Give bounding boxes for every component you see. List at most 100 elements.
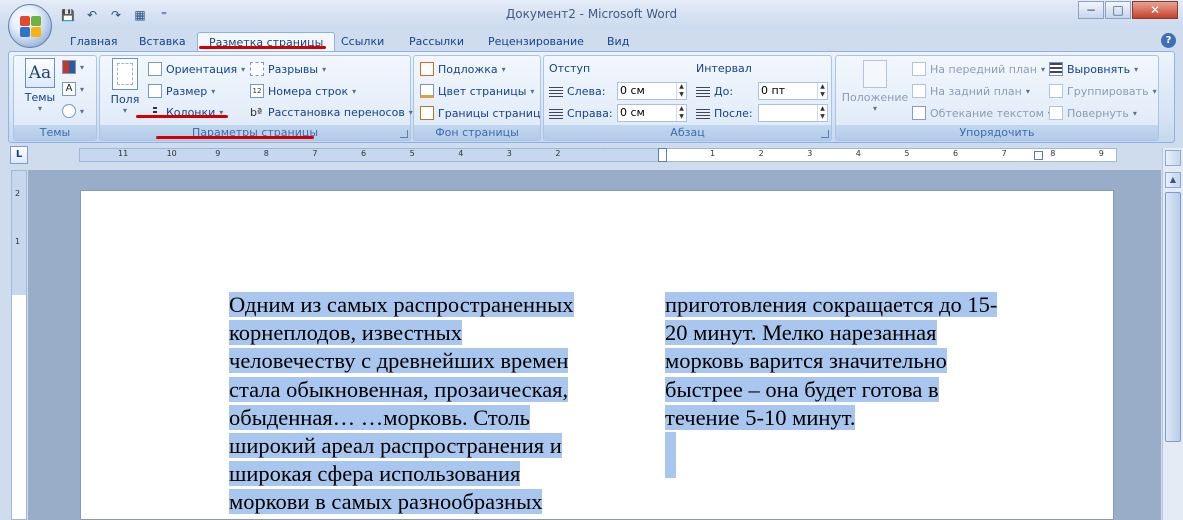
paragraph-dialog-launcher[interactable] — [821, 130, 829, 138]
page-color-button[interactable]: Цвет страницы ▾ — [420, 84, 534, 98]
spacing-before-input[interactable]: 0 пт ▲ ▼ — [758, 82, 828, 100]
indent-left-label: Слева: — [549, 85, 605, 98]
tab-mailings[interactable]: Рассылки — [398, 32, 475, 52]
office-button[interactable] — [8, 4, 52, 48]
text-line: человечеству с древнейших времен — [229, 348, 569, 374]
ruler-number: 5 — [409, 149, 415, 158]
margins-button[interactable]: Поля ▾ — [106, 58, 144, 115]
tab-insert[interactable]: Вставка — [128, 32, 197, 52]
chevron-down-icon: ▾ — [37, 104, 42, 113]
vertical-ruler[interactable]: 21 — [11, 170, 27, 520]
group-icon — [1049, 84, 1063, 98]
annotation-underline-columns — [136, 115, 228, 118]
tab-selector[interactable]: L — [10, 146, 28, 164]
bring-front-icon — [912, 62, 926, 76]
spinner-icon[interactable]: ▲ ▼ — [676, 105, 686, 121]
text-line: морковь варится значительно — [665, 348, 947, 374]
hyphenation-button[interactable]: bª Расстановка переносов ▾ — [250, 106, 413, 119]
group-themes: Aa Темы ▾ ▾ A ▾ ▾ Темы — [13, 55, 97, 141]
align-button[interactable]: Выровнять ▾ — [1049, 62, 1138, 76]
text-column-2[interactable]: приготовления сокращается до 15- 20 мину… — [665, 291, 1045, 479]
horizontal-ruler[interactable]: 1110987654321 123456789 — [79, 148, 1117, 162]
tab-home[interactable]: Главная — [59, 32, 129, 52]
ruler-left-margin — [80, 149, 605, 161]
text-line: стала обыкновенная, прозаическая, — [229, 376, 569, 402]
send-back-button[interactable]: На задний план ▾ — [912, 84, 1030, 98]
text-line: широкая сфера использования — [229, 461, 521, 487]
ruler-number: 9 — [1098, 149, 1104, 158]
close-button[interactable]: ✕ — [1132, 1, 1178, 19]
send-back-icon — [912, 84, 926, 98]
help-icon[interactable]: ? — [1161, 33, 1176, 48]
indent-right-input[interactable]: 0 см ▲ ▼ — [617, 104, 687, 122]
text-line: Одним из самых распространенных — [229, 292, 574, 317]
bring-front-button[interactable]: На передний план ▾ — [912, 62, 1045, 76]
spacing-after-icon — [696, 108, 710, 119]
text-line: течение 5-10 минут. — [665, 404, 856, 430]
themes-icon: Aa — [25, 58, 55, 88]
group-page-setup: Поля ▾ Ориентация ▾ Размер ▾ Колонки ▾ Разр… — [99, 55, 413, 141]
position-button[interactable]: Положение ▾ — [840, 60, 910, 113]
group-label-themes: Темы — [14, 125, 96, 140]
ruler-number: 6 — [361, 149, 367, 158]
spacing-after-input[interactable]: ▲ ▼ — [758, 104, 828, 122]
ruler-number: 4 — [458, 149, 464, 158]
watermark-button[interactable]: Подложка ▾ — [420, 62, 506, 76]
page-setup-dialog-launcher[interactable] — [400, 130, 408, 138]
hyphenation-icon: bª — [250, 106, 263, 119]
indent-marker-icon[interactable] — [658, 148, 667, 162]
ruler-number: 9 — [215, 149, 221, 158]
ruler-number: 2 — [555, 149, 561, 158]
ribbon-tabs: Главная Вставка Разметка страницы Ссылки… — [0, 30, 1183, 52]
indent-left-input[interactable]: 0 см ▲ ▼ — [617, 82, 687, 100]
page-color-icon — [420, 84, 434, 98]
ruler-number: 1 — [710, 149, 716, 158]
group-paragraph: Отступ Слева: 0 см ▲ ▼ Справа: 0 см ▲ ▼ Инте… — [543, 55, 832, 141]
text-wrap-button[interactable]: Обтекание текстом▾ — [912, 106, 1052, 120]
page-size-icon — [148, 84, 162, 98]
tab-review[interactable]: Рецензирование — [477, 32, 595, 52]
orientation-button[interactable]: Ориентация ▾ — [148, 62, 245, 76]
minimize-button[interactable]: − — [1078, 1, 1104, 19]
theme-fonts-button[interactable]: A ▾ — [62, 82, 84, 96]
align-icon — [1049, 62, 1063, 76]
ruler-number: 2 — [758, 149, 764, 158]
tab-references[interactable]: Ссылки — [330, 32, 395, 52]
scrollbar-thumb[interactable] — [1165, 192, 1181, 442]
title-bar: 💾 ↶ ↷ ▦ ⁼ Документ2 - Microsoft Word − □… — [0, 0, 1183, 30]
size-button[interactable]: Размер ▾ — [148, 84, 215, 98]
spinner-icon[interactable]: ▲ ▼ — [676, 83, 686, 99]
text-line: корнеплодов, известных — [229, 320, 462, 346]
maximize-button[interactable]: □ — [1105, 1, 1131, 19]
group-button[interactable]: Группировать ▾ — [1049, 84, 1157, 98]
right-indent-marker-icon[interactable] — [1034, 151, 1043, 160]
vertical-scrollbar[interactable]: ▲ — [1162, 148, 1183, 520]
breaks-button[interactable]: Разрывы ▾ — [250, 62, 326, 76]
tab-view[interactable]: Вид — [596, 32, 640, 52]
spinner-icon[interactable]: ▲ ▼ — [817, 83, 827, 99]
page-borders-button[interactable]: Границы страниц — [420, 106, 540, 120]
annotation-underline-page-setup — [156, 136, 314, 139]
document-page[interactable]: Одним из самых распространенных корнепло… — [80, 190, 1114, 520]
window-title: Документ2 - Microsoft Word — [505, 7, 678, 21]
scroll-up-button[interactable]: ▲ — [1165, 172, 1181, 188]
themes-button[interactable]: Aa Темы ▾ — [20, 58, 60, 113]
ruler-number: 7 — [1001, 149, 1007, 158]
ruler-toggle-icon[interactable] — [1165, 150, 1181, 166]
selection-empty-line — [665, 432, 676, 479]
theme-effects-icon — [62, 104, 76, 118]
text-wrap-icon — [912, 106, 926, 120]
theme-effects-button[interactable]: ▾ — [62, 104, 84, 118]
tab-page-layout[interactable]: Разметка страницы — [197, 32, 336, 52]
spinner-icon[interactable]: ▲ ▼ — [817, 105, 827, 121]
text-column-1[interactable]: Одним из самых распространенных корнепло… — [229, 291, 619, 517]
theme-colors-button[interactable]: ▾ — [62, 60, 84, 74]
group-label-arrange: Упорядочить — [836, 125, 1158, 140]
ruler-number: 3 — [807, 149, 813, 158]
indent-title: Отступ — [549, 62, 591, 75]
indent-right-label: Справа: — [549, 107, 613, 120]
rotate-button[interactable]: Повернуть ▾ — [1049, 106, 1137, 120]
chevron-down-icon: ▾ — [122, 106, 127, 115]
line-numbers-button[interactable]: 12 Номера строк ▾ — [250, 84, 356, 98]
ribbon: Aa Темы ▾ ▾ A ▾ ▾ Темы Поля ▾ Ориентация ▾… — [8, 51, 1175, 143]
